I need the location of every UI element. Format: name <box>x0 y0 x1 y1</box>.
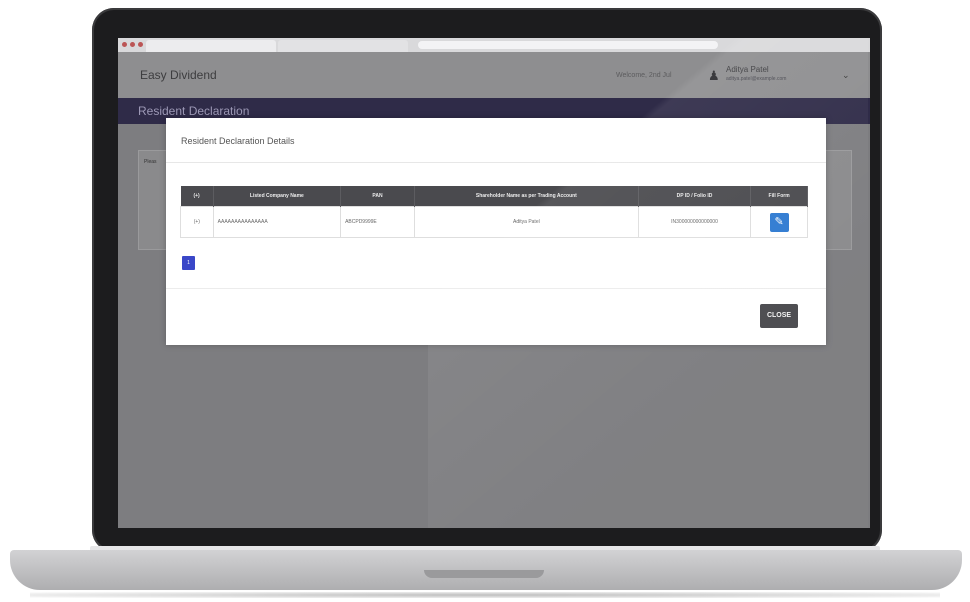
browser-tab-active[interactable] <box>146 40 276 52</box>
table-row: (+) AAAAAAAAAAAAAAA ABCPD9999E Aditya Pa… <box>180 206 808 238</box>
pan-cell: ABCPD9999E <box>340 206 415 238</box>
close-window-icon[interactable] <box>122 42 127 47</box>
resident-declaration-modal: Resident Declaration Details (+) Listed … <box>166 118 826 345</box>
expand-toggle[interactable]: (+) <box>180 206 214 238</box>
col-shareholder: Shareholder Name as per Trading Account <box>414 186 639 207</box>
col-pan: PAN <box>340 186 415 207</box>
user-email: aditya.patel@example.com <box>726 76 787 82</box>
dp-id-cell: IN300000000000000 <box>637 206 752 238</box>
modal-divider <box>166 162 826 163</box>
maximize-window-icon[interactable] <box>138 42 143 47</box>
declaration-table: (+) Listed Company Name PAN Shareholder … <box>180 186 808 238</box>
window-controls[interactable] <box>122 42 143 47</box>
fill-form-cell: ✎ <box>750 206 808 238</box>
user-name[interactable]: Aditya Patel <box>726 65 769 74</box>
chevron-down-icon[interactable]: ⌄ <box>842 70 850 81</box>
minimize-window-icon[interactable] <box>130 42 135 47</box>
card-label: Pleas <box>144 159 157 165</box>
company-cell: AAAAAAAAAAAAAAA <box>212 206 342 238</box>
laptop-notch <box>424 570 544 578</box>
browser-tab[interactable] <box>278 40 408 52</box>
col-expand[interactable]: (+) <box>180 186 214 207</box>
browser-bar <box>118 38 870 52</box>
modal-footer-divider <box>166 288 826 289</box>
page-title: Resident Declaration <box>138 104 250 118</box>
col-dp-id: DP ID / Folio ID <box>638 186 752 207</box>
address-bar[interactable] <box>418 41 718 49</box>
app-header: Easy Dividend Welcome, 2nd Jul ♟ Aditya … <box>118 52 870 98</box>
shareholder-cell: Aditya Patel <box>413 206 639 238</box>
col-fill-form: Fill Form <box>750 186 808 207</box>
laptop-screen: Easy Dividend Welcome, 2nd Jul ♟ Aditya … <box>118 38 870 528</box>
close-button[interactable]: CLOSE <box>760 304 798 328</box>
col-company: Listed Company Name <box>213 186 342 207</box>
user-icon[interactable]: ♟ <box>708 68 722 84</box>
header-subtext: Welcome, 2nd Jul <box>616 72 672 79</box>
modal-title: Resident Declaration Details <box>181 136 295 146</box>
pencil-icon[interactable]: ✎ <box>769 212 789 232</box>
pagination-page-1[interactable]: 1 <box>182 256 195 270</box>
brand-name[interactable]: Easy Dividend <box>140 68 217 82</box>
laptop-shadow <box>30 592 940 598</box>
table-header-row: (+) Listed Company Name PAN Shareholder … <box>180 186 808 207</box>
